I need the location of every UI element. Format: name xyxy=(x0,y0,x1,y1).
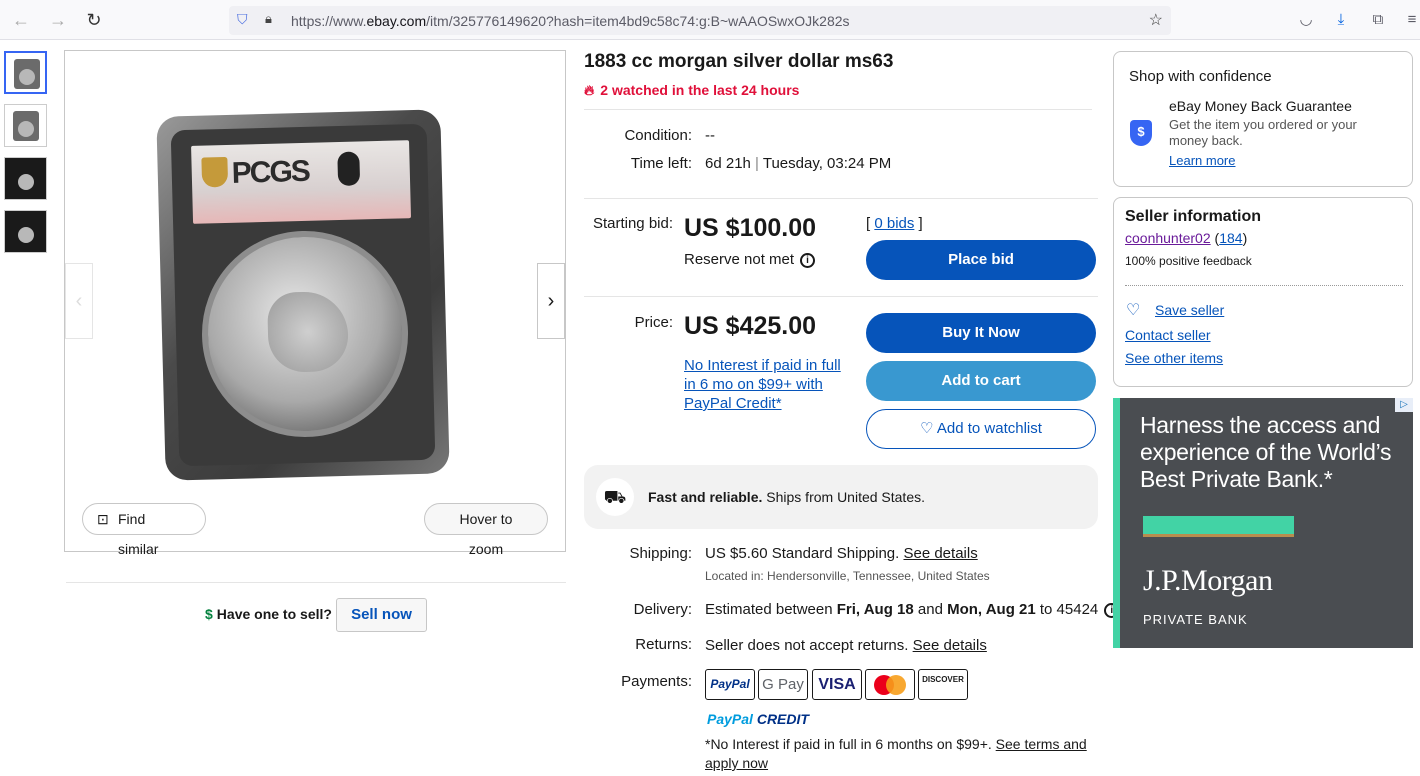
bids-link[interactable]: 0 bids xyxy=(874,215,914,232)
price-label: Price: xyxy=(634,314,673,331)
pocket-icon[interactable]: ◡ xyxy=(1296,10,1316,30)
credit-terms: *No Interest if paid in full in 6 months… xyxy=(705,736,1087,771)
lock-icon[interactable]: 🔒︎ xyxy=(265,11,272,27)
mastercard-logo xyxy=(865,669,915,700)
coin-slab-image: PCGS xyxy=(156,109,450,481)
google-pay-logo: G Pay xyxy=(758,669,808,700)
sell-now-button[interactable]: Sell now xyxy=(336,598,427,632)
discover-logo: DISCOVER xyxy=(918,669,968,700)
seller-info-card: Seller information coonhunter02 (184) 10… xyxy=(1113,197,1413,387)
delivery-label: Delivery: xyxy=(633,601,692,618)
shipping-details-link[interactable]: See details xyxy=(903,545,977,562)
save-seller-link[interactable]: Save seller xyxy=(1155,302,1224,318)
reload-icon[interactable]: ↻ xyxy=(83,9,105,31)
guarantee-text: Get the item you ordered or your money b… xyxy=(1169,117,1357,148)
time-left-value: 6d 21h | Tuesday, 03:24 PM xyxy=(705,155,892,172)
camera-search-icon: ⊡ xyxy=(97,511,109,527)
dollar-icon: $ xyxy=(205,606,213,622)
info-icon[interactable]: i xyxy=(800,253,816,268)
ad-headline: Harness the access and experience of the… xyxy=(1140,412,1392,492)
reserve-status: Reserve not met i xyxy=(684,251,816,268)
divider xyxy=(584,296,1098,297)
back-arrow-icon[interactable]: ← xyxy=(10,9,32,31)
truck-icon: ⛟ xyxy=(596,478,634,516)
money-back-shield-icon: $ xyxy=(1130,120,1152,146)
thumbnail-3[interactable] xyxy=(4,157,47,200)
heart-icon: ♡ xyxy=(920,420,934,437)
buy-it-now-button[interactable]: Buy It Now xyxy=(866,313,1096,353)
jpmorgan-ad[interactable]: ▷ Harness the access and experience of t… xyxy=(1113,398,1413,648)
price-value: US $425.00 xyxy=(684,312,817,340)
menu-icon[interactable]: ≡ xyxy=(1402,10,1420,30)
time-left-label: Time left: xyxy=(630,155,692,172)
seller-name-link[interactable]: coonhunter02 xyxy=(1125,230,1211,246)
nfc-icon xyxy=(337,151,361,187)
confidence-heading: Shop with confidence xyxy=(1129,68,1272,85)
downloads-icon[interactable]: ⤓ xyxy=(1331,10,1351,30)
bid-count: [ 0 bids ] xyxy=(866,215,923,232)
returns-value: Seller does not accept returns. See deta… xyxy=(705,637,987,654)
flame-icon: 🔥︎ xyxy=(584,82,595,98)
shield-privacy-icon[interactable]: ⛉ xyxy=(237,11,248,28)
starting-bid-value: US $100.00 xyxy=(684,214,817,242)
url-text[interactable]: https://www.ebay.com/itm/325776149620?ha… xyxy=(291,13,850,29)
add-to-cart-button[interactable]: Add to cart xyxy=(866,361,1096,401)
see-other-items-link[interactable]: See other items xyxy=(1125,350,1223,366)
pcgs-label: PCGS xyxy=(191,140,412,224)
extensions-icon[interactable]: ⧉ xyxy=(1368,10,1388,30)
thumbnail-1[interactable] xyxy=(4,51,47,94)
hover-zoom-hint: Hover to zoom xyxy=(424,503,548,557)
divider xyxy=(584,109,1092,110)
thumbnail-4[interactable] xyxy=(4,210,47,253)
contact-seller-link[interactable]: Contact seller xyxy=(1125,327,1211,343)
shipping-value: US $5.60 Standard Shipping. See details xyxy=(705,545,978,562)
returns-details-link[interactable]: See details xyxy=(913,637,987,654)
condition-value: -- xyxy=(705,127,715,144)
shipping-banner: ⛟ Fast and reliable. Ships from United S… xyxy=(584,465,1098,529)
watch-count: 🔥︎ 2 watched in the last 24 hours xyxy=(584,82,800,98)
condition-label: Condition: xyxy=(624,127,692,144)
prev-image-button[interactable]: ‹ xyxy=(65,263,93,339)
place-bid-button[interactable]: Place bid xyxy=(866,240,1096,280)
item-location: Located in: Hendersonville, Tennessee, U… xyxy=(705,569,990,583)
add-to-watchlist-button[interactable]: ♡ Add to watchlist xyxy=(866,409,1096,449)
divider xyxy=(1125,285,1403,286)
seller-heading: Seller information xyxy=(1125,208,1262,225)
pcgs-shield-icon xyxy=(201,156,229,188)
thumbnail-2[interactable] xyxy=(4,104,47,147)
paypal-credit-link[interactable]: No Interest if paid in full in 6 mo on $… xyxy=(684,356,854,413)
divider xyxy=(584,198,1098,199)
ad-choices-icon[interactable]: ▷ xyxy=(1395,398,1413,412)
next-image-button[interactable]: › xyxy=(537,263,565,339)
paypal-logo: PayPal xyxy=(705,669,755,700)
returns-label: Returns: xyxy=(635,636,692,653)
seller-name-row: coonhunter02 (184) xyxy=(1125,230,1248,246)
item-title: 1883 cc morgan silver dollar ms63 xyxy=(584,51,894,72)
ad-subtitle: PRIVATE BANK xyxy=(1143,612,1248,627)
starting-bid-label: Starting bid: xyxy=(592,215,673,232)
ad-brand: J.P.Morgan xyxy=(1143,564,1273,597)
feedback-percent: 100% positive feedback xyxy=(1125,254,1252,268)
address-bar[interactable]: ⛉ 🔒︎ https://www.ebay.com/itm/3257761496… xyxy=(229,6,1171,35)
browser-toolbar: ← → ↻ ⛉ 🔒︎ https://www.ebay.com/itm/3257… xyxy=(0,0,1420,40)
heart-icon[interactable]: ♡ xyxy=(1126,300,1140,320)
divider xyxy=(66,582,566,583)
forward-arrow-icon[interactable]: → xyxy=(47,9,69,31)
payments-label: Payments: xyxy=(621,673,692,690)
bookmark-star-icon[interactable]: ☆ xyxy=(1149,10,1163,30)
visa-logo: VISA xyxy=(812,669,862,700)
sell-prompt: $ Have one to sell? xyxy=(205,606,332,622)
shipping-label: Shipping: xyxy=(629,545,692,562)
delivery-value: Estimated between Fri, Aug 18 and Mon, A… xyxy=(705,601,1120,618)
shop-confidence-card: Shop with confidence $ eBay Money Back G… xyxy=(1113,51,1413,187)
learn-more-link[interactable]: Learn more xyxy=(1169,153,1235,168)
feedback-count-link[interactable]: 184 xyxy=(1219,230,1242,246)
main-image-panel[interactable]: PCGS ‹ › ⊡ Find similar Hover to zoom xyxy=(64,50,566,557)
find-similar-button[interactable]: ⊡ Find similar xyxy=(82,503,206,557)
guarantee-title: eBay Money Back Guarantee xyxy=(1169,98,1352,114)
paypal-credit-logo: PayPal CREDIT xyxy=(707,711,809,727)
